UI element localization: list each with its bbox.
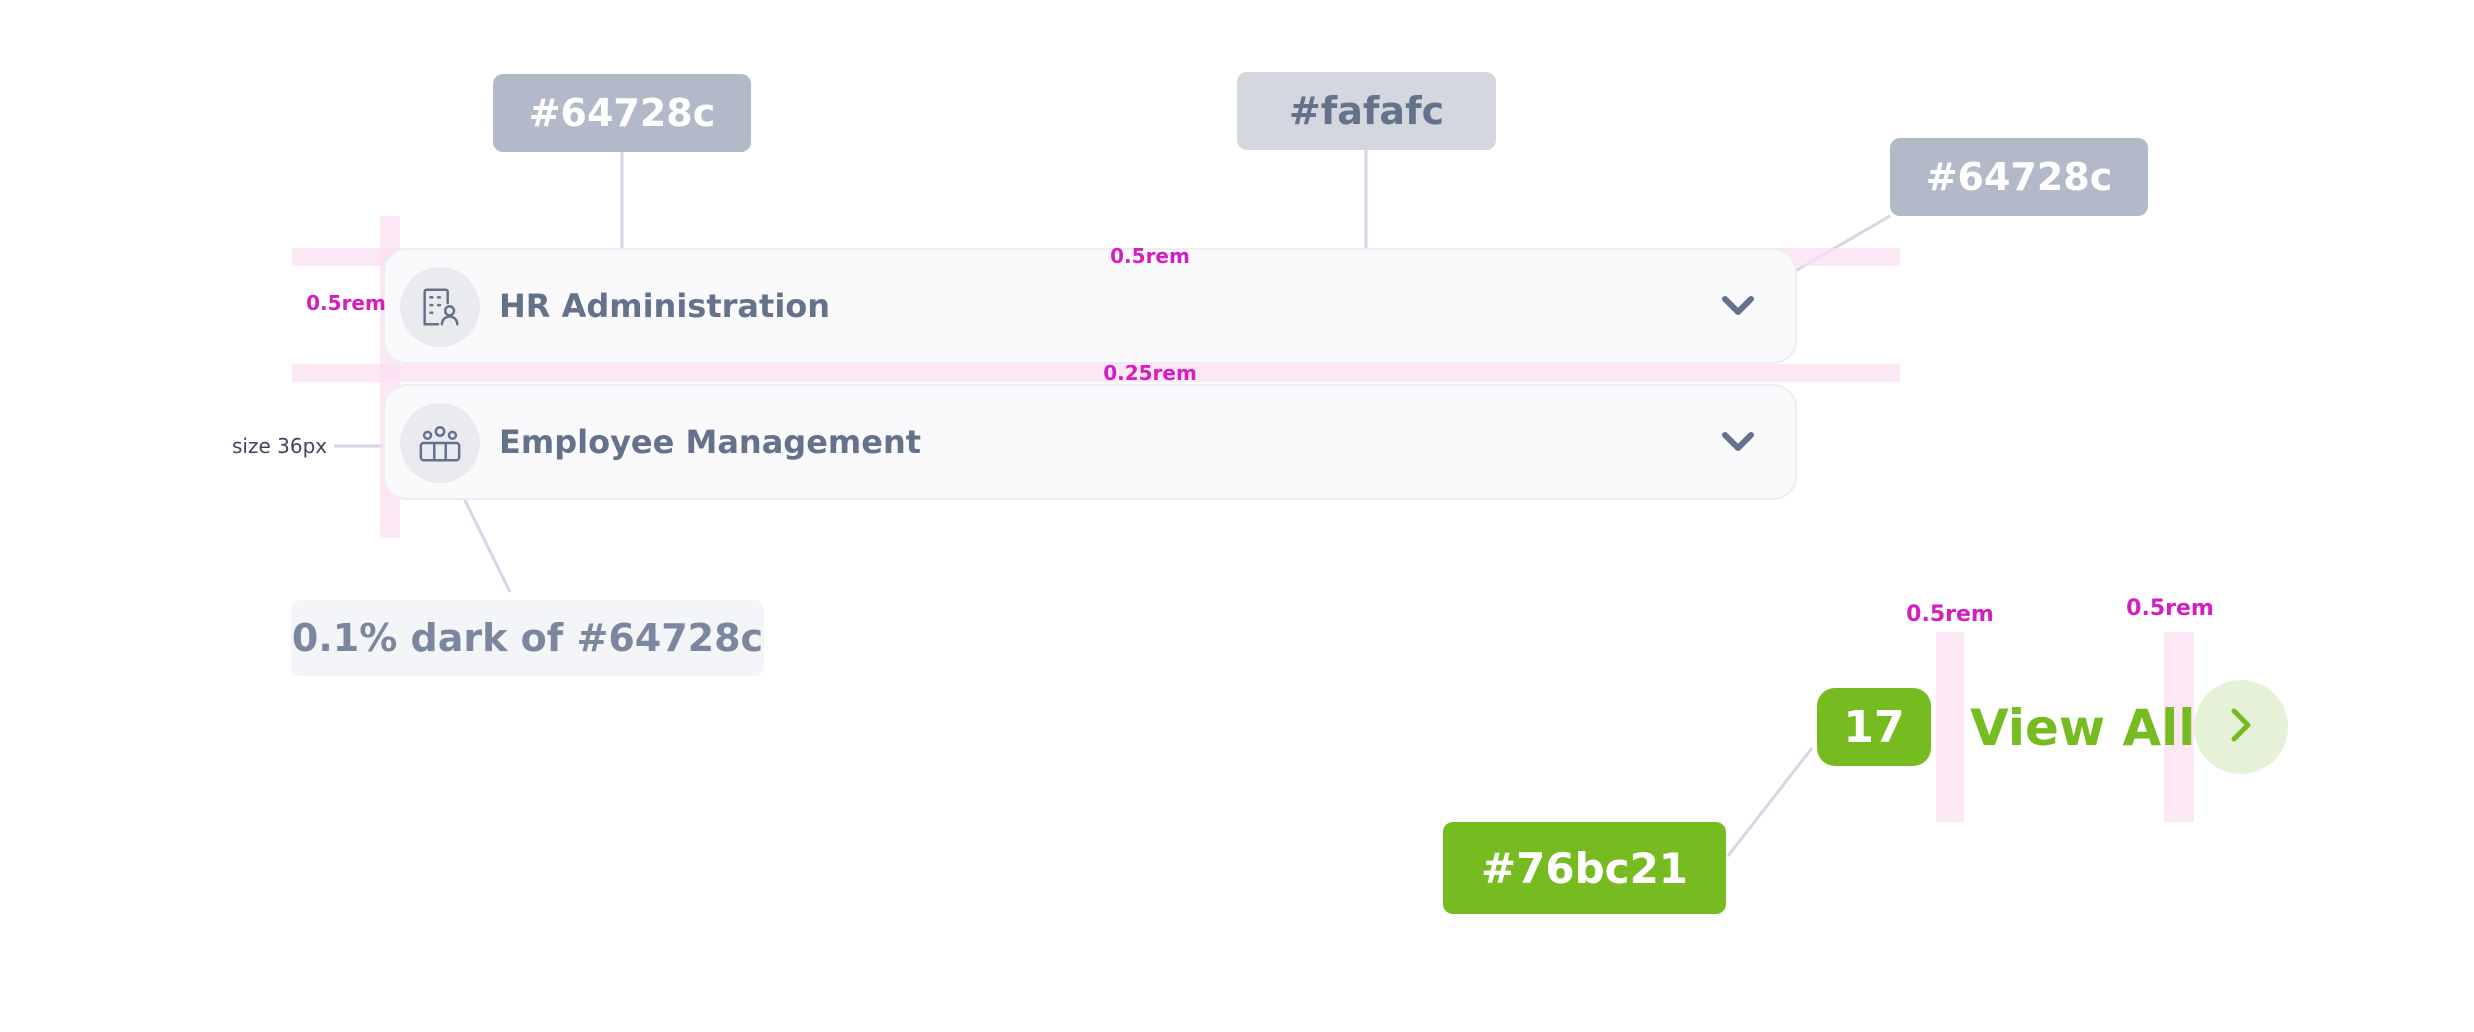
leader-badge-color: [1726, 747, 1814, 857]
icon-color-tag: #64728c: [493, 74, 751, 152]
count-badge: 17: [1817, 688, 1931, 766]
chevron-color-tag: #64728c: [1890, 138, 2148, 216]
row-title-hr-administration: HR Administration: [499, 287, 831, 325]
badge-color-tag: #76bc21: [1443, 822, 1726, 914]
chevron-down-icon[interactable]: [1721, 386, 1755, 498]
accordion-row-employee-management[interactable]: Employee Management: [383, 384, 1797, 500]
row-left-padding-label: 0.5rem: [306, 291, 386, 315]
view-all-gap-label: 0.5rem: [2126, 596, 2214, 621]
building-user-icon: [400, 267, 480, 347]
row-background-tag: #fafafc: [1237, 72, 1496, 150]
accordion-row-hr-administration[interactable]: HR Administration: [383, 248, 1797, 364]
icon-size-note: size 36px: [232, 434, 328, 458]
badge-gap-label: 0.5rem: [1906, 602, 1994, 627]
icon-background-note: 0.1% dark of #64728c: [291, 600, 764, 676]
row-gap-label: 0.25rem: [1103, 361, 1197, 385]
users-group-icon: [400, 403, 480, 483]
view-all-button[interactable]: [2194, 680, 2288, 774]
chevron-right-icon: [2226, 705, 2256, 749]
row-title-employee-management: Employee Management: [499, 423, 922, 461]
guide-row-gap: [292, 364, 1900, 382]
view-all-link[interactable]: View All: [1970, 690, 2195, 766]
guide-badge-gap: [1936, 632, 1964, 822]
chevron-down-icon[interactable]: [1721, 250, 1755, 362]
row-top-padding-label: 0.5rem: [1110, 244, 1190, 268]
